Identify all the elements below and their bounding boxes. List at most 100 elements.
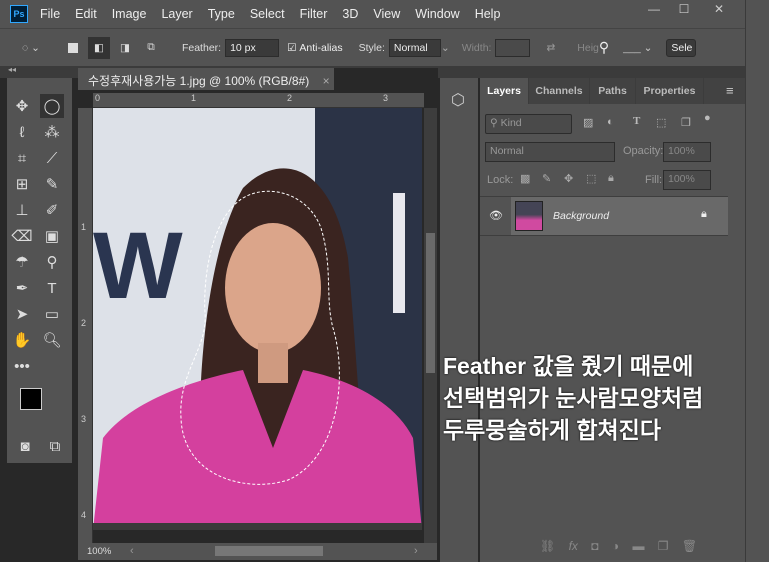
menu-layer[interactable]: Layer: [161, 7, 192, 21]
search-icon[interactable]: ⚲: [599, 39, 609, 56]
tab-layers[interactable]: Layers: [480, 78, 529, 104]
vertical-scrollbar[interactable]: [424, 108, 437, 543]
menu-window[interactable]: Window: [415, 7, 459, 21]
delete-layer-icon[interactable]: 🗑︎: [682, 539, 697, 553]
workspace-dropdown[interactable]: ___ ⌄: [623, 42, 652, 54]
adjustment-layer-icon[interactable]: ◑: [612, 539, 619, 553]
adjustment-filter-icon[interactable]: ◐: [607, 116, 614, 128]
hand-tool-icon[interactable]: ✋: [10, 328, 34, 352]
eraser-icon[interactable]: ⌫: [10, 224, 34, 248]
path-selection-icon[interactable]: ➤: [10, 302, 34, 326]
feather-input[interactable]: 10 px: [225, 38, 280, 57]
more-tools-icon[interactable]: •••: [10, 354, 34, 378]
clone-stamp-icon[interactable]: ⊥: [10, 198, 34, 222]
visibility-eye-icon[interactable]: 👁︎: [489, 209, 503, 222]
scroll-thumb[interactable]: [426, 233, 435, 373]
filter-kind-select[interactable]: ⚲ Kind: [485, 114, 572, 134]
opacity-input[interactable]: 100%: [663, 142, 711, 162]
ruler-label: 3: [383, 93, 389, 103]
width-label: Width:: [461, 41, 492, 54]
document-tab[interactable]: 수정후재사용가능 1.jpg @ 100% (RGB/8#) ×: [78, 68, 334, 90]
lasso-tool-icon[interactable]: ℓ: [10, 120, 34, 144]
crop-tool-icon[interactable]: ⌗: [10, 146, 34, 170]
menu-filter[interactable]: Filter: [300, 7, 328, 21]
menu-edit[interactable]: Edit: [75, 7, 97, 21]
filter-toggle[interactable]: ●: [704, 112, 711, 124]
type-tool-icon[interactable]: T: [40, 276, 64, 300]
lock-move-icon[interactable]: ✥: [564, 172, 573, 185]
healing-brush-icon[interactable]: ⊞: [10, 172, 34, 196]
menu-3d[interactable]: 3D: [342, 7, 358, 21]
menu-view[interactable]: View: [373, 7, 400, 21]
tab-channels[interactable]: Channels: [529, 78, 590, 104]
tab-properties[interactable]: Properties: [636, 78, 704, 104]
menu-select[interactable]: Select: [250, 7, 285, 21]
image-canvas[interactable]: W: [93, 108, 422, 530]
menu-type[interactable]: Type: [208, 7, 235, 21]
menu-image[interactable]: Image: [112, 7, 147, 21]
ruler-label: 3: [81, 414, 87, 424]
lock-artboard-icon[interactable]: ⬚: [586, 172, 596, 185]
fill-label: Fill:: [645, 174, 663, 186]
screen-mode-icon[interactable]: ⧉: [43, 434, 67, 458]
layer-row[interactable]: 👁︎ Background 🔒︎: [480, 196, 728, 236]
smudge-tool-icon[interactable]: ☂: [10, 250, 34, 274]
zoom-tool-icon[interactable]: 🔍︎: [40, 328, 64, 352]
minimize-button[interactable]: —: [640, 2, 668, 16]
scroll-right-icon[interactable]: ›: [414, 545, 418, 557]
style-select[interactable]: Normal: [388, 38, 441, 57]
lock-transparent-icon[interactable]: ▩: [520, 172, 530, 185]
zoom-level[interactable]: 100%: [87, 546, 111, 557]
options-bar: ◌ ⌄ ◧ ◨ ⧉ Feather: 10 px ☑ Anti-alias St…: [0, 28, 745, 66]
horizontal-scroll-thumb[interactable]: [215, 546, 323, 556]
fill-input[interactable]: 100%: [663, 170, 711, 190]
scroll-left-icon[interactable]: ‹: [130, 545, 134, 557]
new-layer-icon[interactable]: ❐: [658, 539, 669, 553]
3d-cube-icon[interactable]: ⬡: [451, 90, 465, 110]
lock-all-icon[interactable]: 🔒︎: [608, 172, 614, 185]
antialias-checkbox[interactable]: ☑ Anti-alias: [287, 42, 343, 54]
gradient-tool-icon[interactable]: ▣: [40, 224, 64, 248]
blend-mode-select[interactable]: Normal: [485, 142, 615, 162]
type-filter-icon[interactable]: T: [633, 115, 640, 127]
maximize-button[interactable]: ☐: [670, 2, 698, 16]
dodge-tool-icon[interactable]: ⚲: [40, 250, 64, 274]
menu-file[interactable]: File: [40, 7, 60, 21]
ruler-label: 2: [81, 318, 87, 328]
history-brush-icon[interactable]: ✐: [40, 198, 64, 222]
photo: W: [93, 108, 422, 530]
ruler-label: 2: [287, 93, 293, 103]
lock-brush-icon[interactable]: ✎: [542, 172, 551, 185]
close-window-button[interactable]: ✕: [705, 2, 733, 16]
move-tool-icon[interactable]: ✥: [10, 94, 34, 118]
menu-help[interactable]: Help: [475, 7, 501, 21]
foreground-color-swatch[interactable]: [20, 388, 42, 410]
tab-paths[interactable]: Paths: [590, 78, 636, 104]
pen-tool-icon[interactable]: ✒: [10, 276, 34, 300]
link-layers-icon[interactable]: ⛓: [540, 539, 555, 553]
add-to-selection-icon[interactable]: ◧: [87, 36, 110, 59]
intersect-selection-icon[interactable]: ⧉: [140, 37, 162, 59]
elliptical-marquee-preset-icon[interactable]: ◌ ⌄: [22, 42, 40, 54]
shape-filter-icon[interactable]: ⬚: [656, 116, 666, 129]
magic-wand-icon[interactable]: ⁂: [40, 120, 64, 144]
quick-mask-icon[interactable]: ◙: [13, 434, 37, 458]
eyedropper-icon[interactable]: ⟋: [40, 146, 64, 170]
add-mask-icon[interactable]: ◘: [591, 539, 598, 553]
menu-bar: Ps File Edit Image Layer Type Select Fil…: [0, 0, 745, 28]
close-document-icon[interactable]: ×: [323, 74, 330, 88]
rectangle-tool-icon[interactable]: ▭: [40, 302, 64, 326]
swap-icon[interactable]: ⇄: [546, 42, 555, 54]
new-selection-icon[interactable]: [62, 37, 84, 59]
brush-tool-icon[interactable]: ✎: [40, 172, 64, 196]
chevron-down-icon: ⌄: [440, 41, 450, 54]
elliptical-marquee-tool-icon[interactable]: ◯: [40, 94, 64, 118]
fx-icon[interactable]: fx: [569, 539, 578, 553]
smart-object-filter-icon[interactable]: ❐: [681, 116, 691, 129]
new-group-icon[interactable]: ▬: [632, 539, 644, 553]
image-filter-icon[interactable]: ▨: [583, 116, 593, 129]
width-input[interactable]: [495, 38, 531, 57]
panel-menu-icon[interactable]: ≡: [726, 83, 734, 98]
subtract-selection-icon[interactable]: ◨: [114, 37, 136, 59]
select-and-mask-button[interactable]: Sele: [666, 38, 697, 57]
